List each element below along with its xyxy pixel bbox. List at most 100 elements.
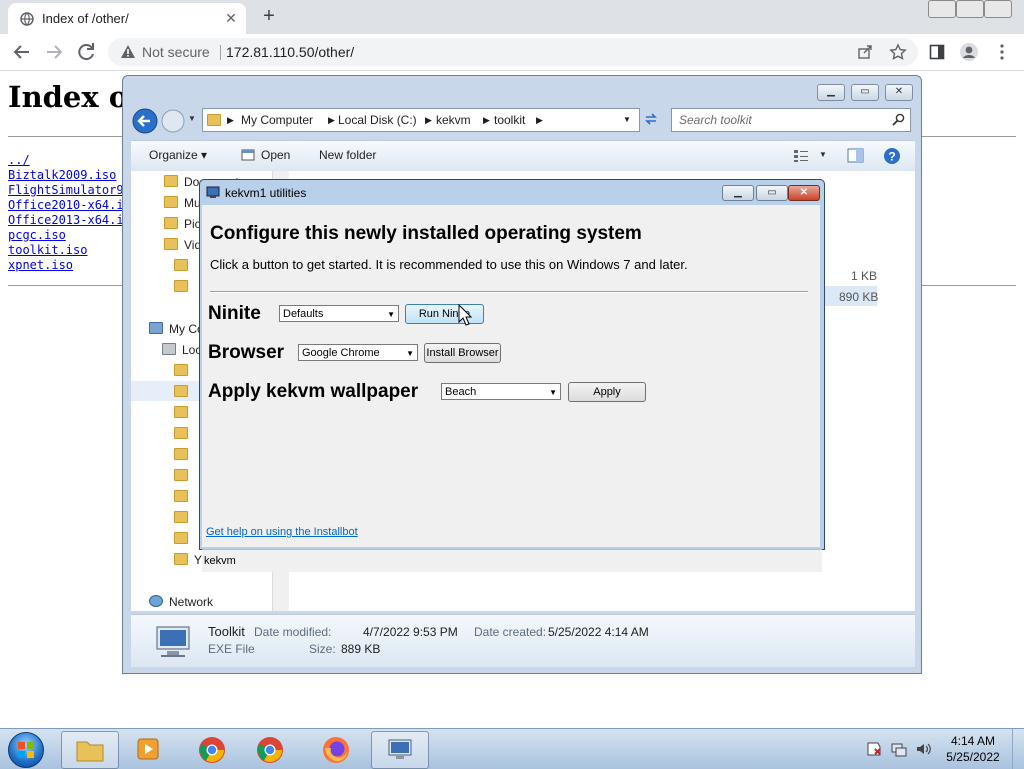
back-arrow-icon[interactable] <box>10 40 34 64</box>
breadcrumb-my-computer[interactable]: My Computer <box>241 113 313 127</box>
warning-icon[interactable] <box>120 44 136 60</box>
folder-icon <box>76 741 104 762</box>
nav-subfolder[interactable] <box>174 490 194 504</box>
url-text[interactable]: 172.81.110.50/other/ <box>226 44 354 60</box>
install-browser-button[interactable]: Install Browser <box>424 343 501 363</box>
address-dropdown-icon[interactable]: ▼ <box>623 115 631 124</box>
taskbar-media-player-button[interactable] <box>120 731 176 767</box>
windows-logo-icon <box>18 742 34 758</box>
dialog-maximize-button[interactable]: ▭ <box>756 185 788 201</box>
file-size: 1 KB <box>851 269 878 283</box>
view-options-icon[interactable] <box>793 149 809 163</box>
browser-select[interactable]: Google Chrome ▼ <box>298 344 418 361</box>
preview-pane-icon[interactable] <box>847 148 864 163</box>
explorer-back-icon[interactable] <box>132 108 158 134</box>
nav-subfolder[interactable] <box>174 406 194 420</box>
view-dropdown-icon[interactable]: ▼ <box>819 150 827 159</box>
new-tab-button[interactable]: + <box>258 6 280 28</box>
nav-subfolder[interactable] <box>174 364 194 378</box>
taskbar-chrome-button[interactable] <box>184 731 240 767</box>
browser-label: Browser <box>208 342 285 363</box>
folder-icon <box>174 490 188 502</box>
file-link[interactable]: pcgc.iso <box>8 228 124 243</box>
taskbar-explorer-button[interactable] <box>61 731 119 769</box>
explorer-address-bar[interactable]: ▶ My Computer ▶ Local Disk (C:) ▶ kekvm … <box>202 108 640 132</box>
clock-time: 4:14 AM <box>950 734 996 748</box>
network-tray-icon[interactable] <box>891 741 907 757</box>
nav-subfolder[interactable] <box>174 259 194 273</box>
more-menu-icon[interactable] <box>994 43 1010 61</box>
file-link[interactable]: Office2010-x64.i <box>8 198 124 213</box>
wallpaper-select[interactable]: Beach ▼ <box>441 383 561 400</box>
explorer-search-box[interactable]: Search toolkit <box>671 108 911 132</box>
organize-button[interactable]: Organize ▾ <box>149 148 207 162</box>
explorer-minimize-button[interactable]: ▁ <box>817 84 845 101</box>
history-dropdown-icon[interactable]: ▼ <box>188 114 196 123</box>
file-link[interactable]: toolkit.iso <box>8 243 124 258</box>
taskbar-chrome-button-2[interactable] <box>242 731 298 767</box>
folder-icon <box>174 511 188 523</box>
share-icon[interactable] <box>857 44 873 60</box>
profile-avatar-icon[interactable] <box>959 42 979 62</box>
nav-subfolder[interactable] <box>174 532 194 546</box>
breadcrumb-toolkit[interactable]: toolkit <box>494 113 525 127</box>
dialog-app-icon <box>206 186 220 198</box>
refresh-icon[interactable] <box>643 111 659 127</box>
computer-icon <box>149 322 163 334</box>
file-listing: ../ Biztalk2009.iso FlightSimulator9 Off… <box>8 153 124 273</box>
dialog-close-button[interactable]: ✕ <box>788 185 820 201</box>
explorer-close-button[interactable]: ✕ <box>885 84 913 101</box>
status-text: kekvm <box>204 555 236 567</box>
nav-subfolder[interactable] <box>174 448 194 462</box>
side-panel-icon[interactable] <box>929 44 945 60</box>
window-close-button[interactable] <box>984 0 1012 18</box>
run-ninite-button[interactable]: Run Ninite <box>405 304 484 324</box>
help-icon[interactable]: ? <box>883 147 901 165</box>
browser-toolbar: Not secure 172.81.110.50/other/ <box>0 34 1024 71</box>
forward-arrow-icon[interactable] <box>42 40 66 64</box>
show-desktop-button[interactable] <box>1012 729 1024 769</box>
explorer-maximize-button[interactable]: ▭ <box>851 84 879 101</box>
reload-icon[interactable] <box>74 40 98 64</box>
file-link[interactable]: Biztalk2009.iso <box>8 168 124 183</box>
volume-icon[interactable] <box>915 741 931 757</box>
chrome-icon <box>257 737 283 763</box>
dialog-minimize-button[interactable]: ▁ <box>722 185 754 201</box>
new-folder-button[interactable]: New folder <box>319 148 376 162</box>
open-button[interactable]: Open <box>261 148 290 162</box>
nav-subfolder[interactable] <box>174 469 194 483</box>
explorer-forward-icon[interactable] <box>161 109 185 133</box>
browser-tab[interactable]: Index of /other/ ✕ <box>8 3 246 34</box>
file-link[interactable]: Office2013-x64.i <box>8 213 124 228</box>
action-center-icon[interactable] <box>866 741 882 757</box>
breadcrumb-arrow-icon: ▶ <box>536 115 543 125</box>
file-link-parent[interactable]: ../ <box>8 153 124 168</box>
details-modified-label: Date modified: <box>254 625 332 639</box>
tab-close-icon[interactable]: ✕ <box>222 9 240 27</box>
breadcrumb-local-disk[interactable]: Local Disk (C:) <box>338 113 417 127</box>
window-restore-button[interactable] <box>956 0 984 18</box>
nav-subfolder[interactable] <box>174 511 194 525</box>
nav-network[interactable]: Network <box>149 595 213 609</box>
ninite-select[interactable]: Defaults ▼ <box>279 305 399 322</box>
search-icon[interactable] <box>892 113 905 126</box>
taskbar-utilities-button[interactable] <box>371 731 429 769</box>
nav-subfolder[interactable] <box>174 427 194 441</box>
file-link[interactable]: FlightSimulator9 <box>8 183 124 198</box>
apply-wallpaper-button[interactable]: Apply <box>568 382 646 402</box>
drive-icon <box>162 343 176 355</box>
breadcrumb-arrow-icon: ▶ <box>227 115 234 125</box>
nav-subfolder[interactable] <box>174 280 194 294</box>
breadcrumb-kekvm[interactable]: kekvm <box>436 113 471 127</box>
nav-subfolder-selected[interactable] <box>174 385 194 399</box>
address-bar[interactable]: Not secure 172.81.110.50/other/ <box>108 38 918 66</box>
help-link[interactable]: Get help on using the Installbot <box>206 526 358 538</box>
taskbar-firefox-button[interactable] <box>308 731 364 767</box>
bookmark-star-icon[interactable] <box>889 43 907 61</box>
start-button[interactable] <box>8 732 44 768</box>
folder-icon <box>174 259 188 271</box>
clock-date: 5/25/2022 <box>946 750 1000 764</box>
file-link[interactable]: xpnet.iso <box>8 258 124 273</box>
system-clock[interactable]: 4:14 AM 5/25/2022 <box>940 733 1006 765</box>
window-minimize-button[interactable] <box>928 0 956 18</box>
